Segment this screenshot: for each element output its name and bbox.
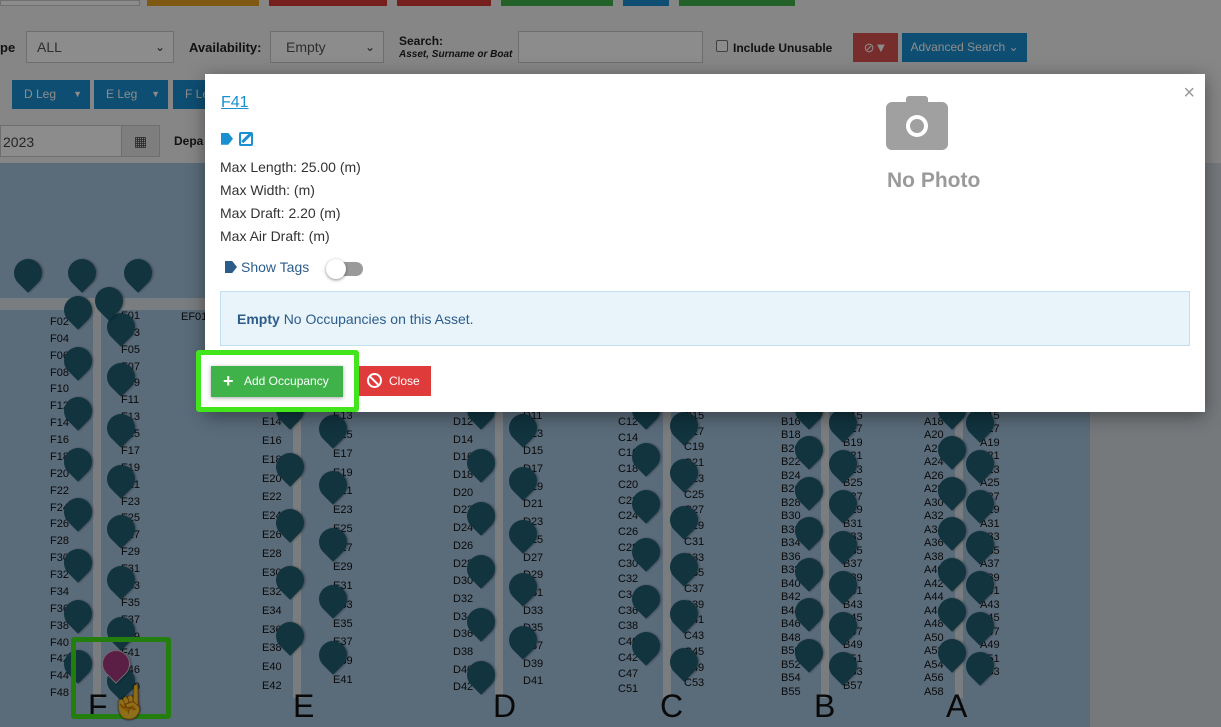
status-bold: Empty xyxy=(237,311,280,327)
status-text: No Occupancies on this Asset. xyxy=(283,311,474,327)
plus-icon: + xyxy=(223,371,234,391)
close-icon[interactable]: × xyxy=(1183,82,1195,105)
ban-icon xyxy=(367,373,382,388)
occupancy-status-alert: Empty No Occupancies on this Asset. xyxy=(220,291,1190,346)
max-draft: Max Draft: 2.20 (m) xyxy=(220,205,341,221)
close-button[interactable]: Close xyxy=(359,366,431,396)
edit-icon[interactable] xyxy=(239,131,254,146)
tag-icon xyxy=(225,261,237,273)
camera-icon xyxy=(886,96,948,152)
add-occupancy-label: Add Occupancy xyxy=(244,374,329,388)
max-length: Max Length: 25.00 (m) xyxy=(220,159,361,175)
show-tags-text: Show Tags xyxy=(241,259,310,275)
show-tags-toggle[interactable] xyxy=(326,259,363,279)
max-width: Max Width: (m) xyxy=(220,182,315,198)
asset-title-link[interactable]: F41 xyxy=(221,94,249,112)
close-button-label: Close xyxy=(389,374,420,388)
no-photo-label: No Photo xyxy=(887,169,981,192)
max-air-draft: Max Air Draft: (m) xyxy=(220,228,330,244)
highlight-box-add-occupancy: + Add Occupancy xyxy=(196,350,359,412)
tag-icon[interactable] xyxy=(221,132,233,145)
asset-actions xyxy=(221,130,255,146)
show-tags-label: Show Tags xyxy=(225,259,309,275)
camera-lens xyxy=(906,115,928,137)
add-occupancy-button[interactable]: + Add Occupancy xyxy=(211,366,343,397)
